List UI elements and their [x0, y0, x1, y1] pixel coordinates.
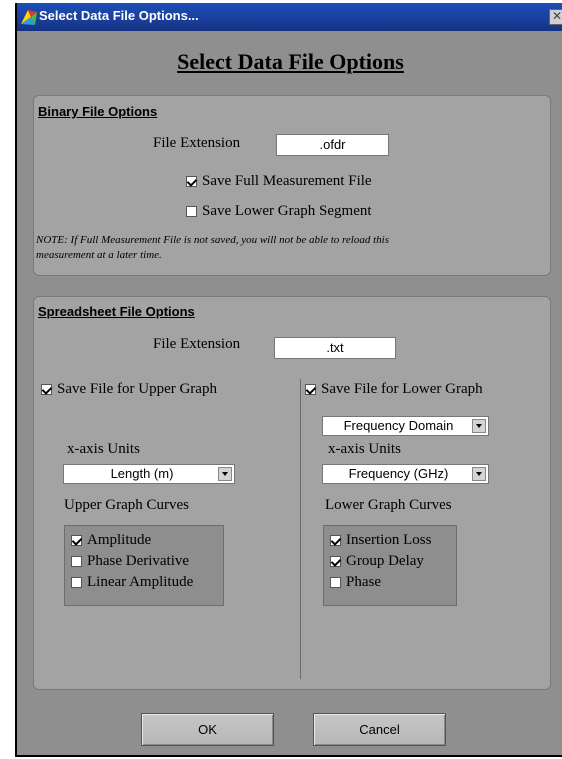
checkbox-label: Save File for Lower Graph [321, 381, 483, 397]
app-icon [21, 10, 37, 25]
checkbox-box[interactable] [186, 176, 197, 187]
ok-button[interactable]: OK [141, 713, 274, 746]
select-data-file-options-dialog: Select Data File Options... ✕ Select Dat… [15, 3, 562, 757]
checkbox-label: Save Lower Graph Segment [202, 203, 372, 219]
checkbox-box[interactable] [71, 556, 82, 567]
save-lower-graph-checkbox[interactable]: Save File for Lower Graph [305, 381, 483, 398]
cancel-button[interactable]: Cancel [313, 713, 446, 746]
spreadsheet-extension-input[interactable]: .txt [274, 337, 396, 359]
curve-phase-checkbox[interactable]: Phase [330, 574, 381, 591]
spreadsheet-extension-label: File Extension [153, 336, 241, 352]
upper-xaxis-units-select[interactable]: Length (m) [63, 464, 235, 484]
window-title: Select Data File Options... [39, 8, 199, 23]
spreadsheet-file-options-panel: Spreadsheet File Options File Extension … [33, 296, 551, 690]
checkbox-label: Save File for Upper Graph [57, 381, 217, 397]
checkbox-box[interactable] [305, 384, 316, 395]
curve-group-delay-checkbox[interactable]: Group Delay [330, 553, 424, 570]
lower-xaxis-units-label: x-axis Units [328, 441, 401, 457]
upper-xaxis-units-label: x-axis Units [67, 441, 140, 457]
select-value: Frequency Domain [343, 418, 454, 433]
select-value: Length (m) [110, 466, 174, 481]
checkbox-box[interactable] [71, 577, 82, 588]
checkbox-label: Amplitude [87, 532, 152, 548]
save-full-measurement-checkbox[interactable]: Save Full Measurement File [186, 173, 372, 190]
curve-phase-derivative-checkbox[interactable]: Phase Derivative [71, 553, 189, 570]
binary-section-title: Binary File Options [38, 104, 158, 119]
chevron-down-icon[interactable] [218, 467, 232, 481]
select-value: Frequency (GHz) [348, 466, 449, 481]
curve-amplitude-checkbox[interactable]: Amplitude [71, 532, 151, 549]
lower-xaxis-units-select[interactable]: Frequency (GHz) [322, 464, 489, 484]
upper-graph-curves-label: Upper Graph Curves [64, 497, 189, 513]
checkbox-box[interactable] [41, 384, 52, 395]
column-divider [300, 379, 301, 679]
page-title: Select Data File Options [177, 49, 404, 74]
note-line: measurement at a later time. [36, 249, 162, 261]
binary-note: NOTE: If Full Measurement File is not sa… [36, 233, 548, 263]
title-bar[interactable]: Select Data File Options... ✕ [17, 3, 562, 31]
spreadsheet-section-title: Spreadsheet File Options [38, 304, 195, 319]
checkbox-label: Phase [346, 574, 381, 590]
lower-domain-select[interactable]: Frequency Domain [322, 416, 489, 436]
note-line: NOTE: If Full Measurement File is not sa… [36, 234, 389, 246]
upper-graph-curves-list: Amplitude Phase Derivative Linear Amplit… [64, 525, 224, 606]
checkbox-box[interactable] [330, 535, 341, 546]
checkbox-label: Group Delay [346, 553, 424, 569]
save-upper-graph-checkbox[interactable]: Save File for Upper Graph [41, 381, 217, 398]
checkbox-label: Linear Amplitude [87, 574, 194, 590]
checkbox-box[interactable] [330, 556, 341, 567]
chevron-down-icon[interactable] [472, 467, 486, 481]
lower-graph-curves-label: Lower Graph Curves [325, 497, 452, 513]
save-lower-graph-segment-checkbox[interactable]: Save Lower Graph Segment [186, 203, 372, 220]
checkbox-box[interactable] [71, 535, 82, 546]
close-icon[interactable]: ✕ [549, 9, 562, 25]
checkbox-box[interactable] [186, 206, 197, 217]
binary-extension-label: File Extension [153, 135, 241, 151]
curve-linear-amplitude-checkbox[interactable]: Linear Amplitude [71, 574, 193, 591]
checkbox-label: Insertion Loss [346, 532, 432, 548]
lower-graph-curves-list: Insertion Loss Group Delay Phase [323, 525, 457, 606]
binary-file-options-panel: Binary File Options File Extension .ofdr… [33, 95, 551, 276]
curve-insertion-loss-checkbox[interactable]: Insertion Loss [330, 532, 431, 549]
checkbox-box[interactable] [330, 577, 341, 588]
binary-extension-input[interactable]: .ofdr [276, 134, 389, 156]
checkbox-label: Phase Derivative [87, 553, 190, 569]
checkbox-label: Save Full Measurement File [202, 173, 372, 189]
chevron-down-icon[interactable] [472, 419, 486, 433]
